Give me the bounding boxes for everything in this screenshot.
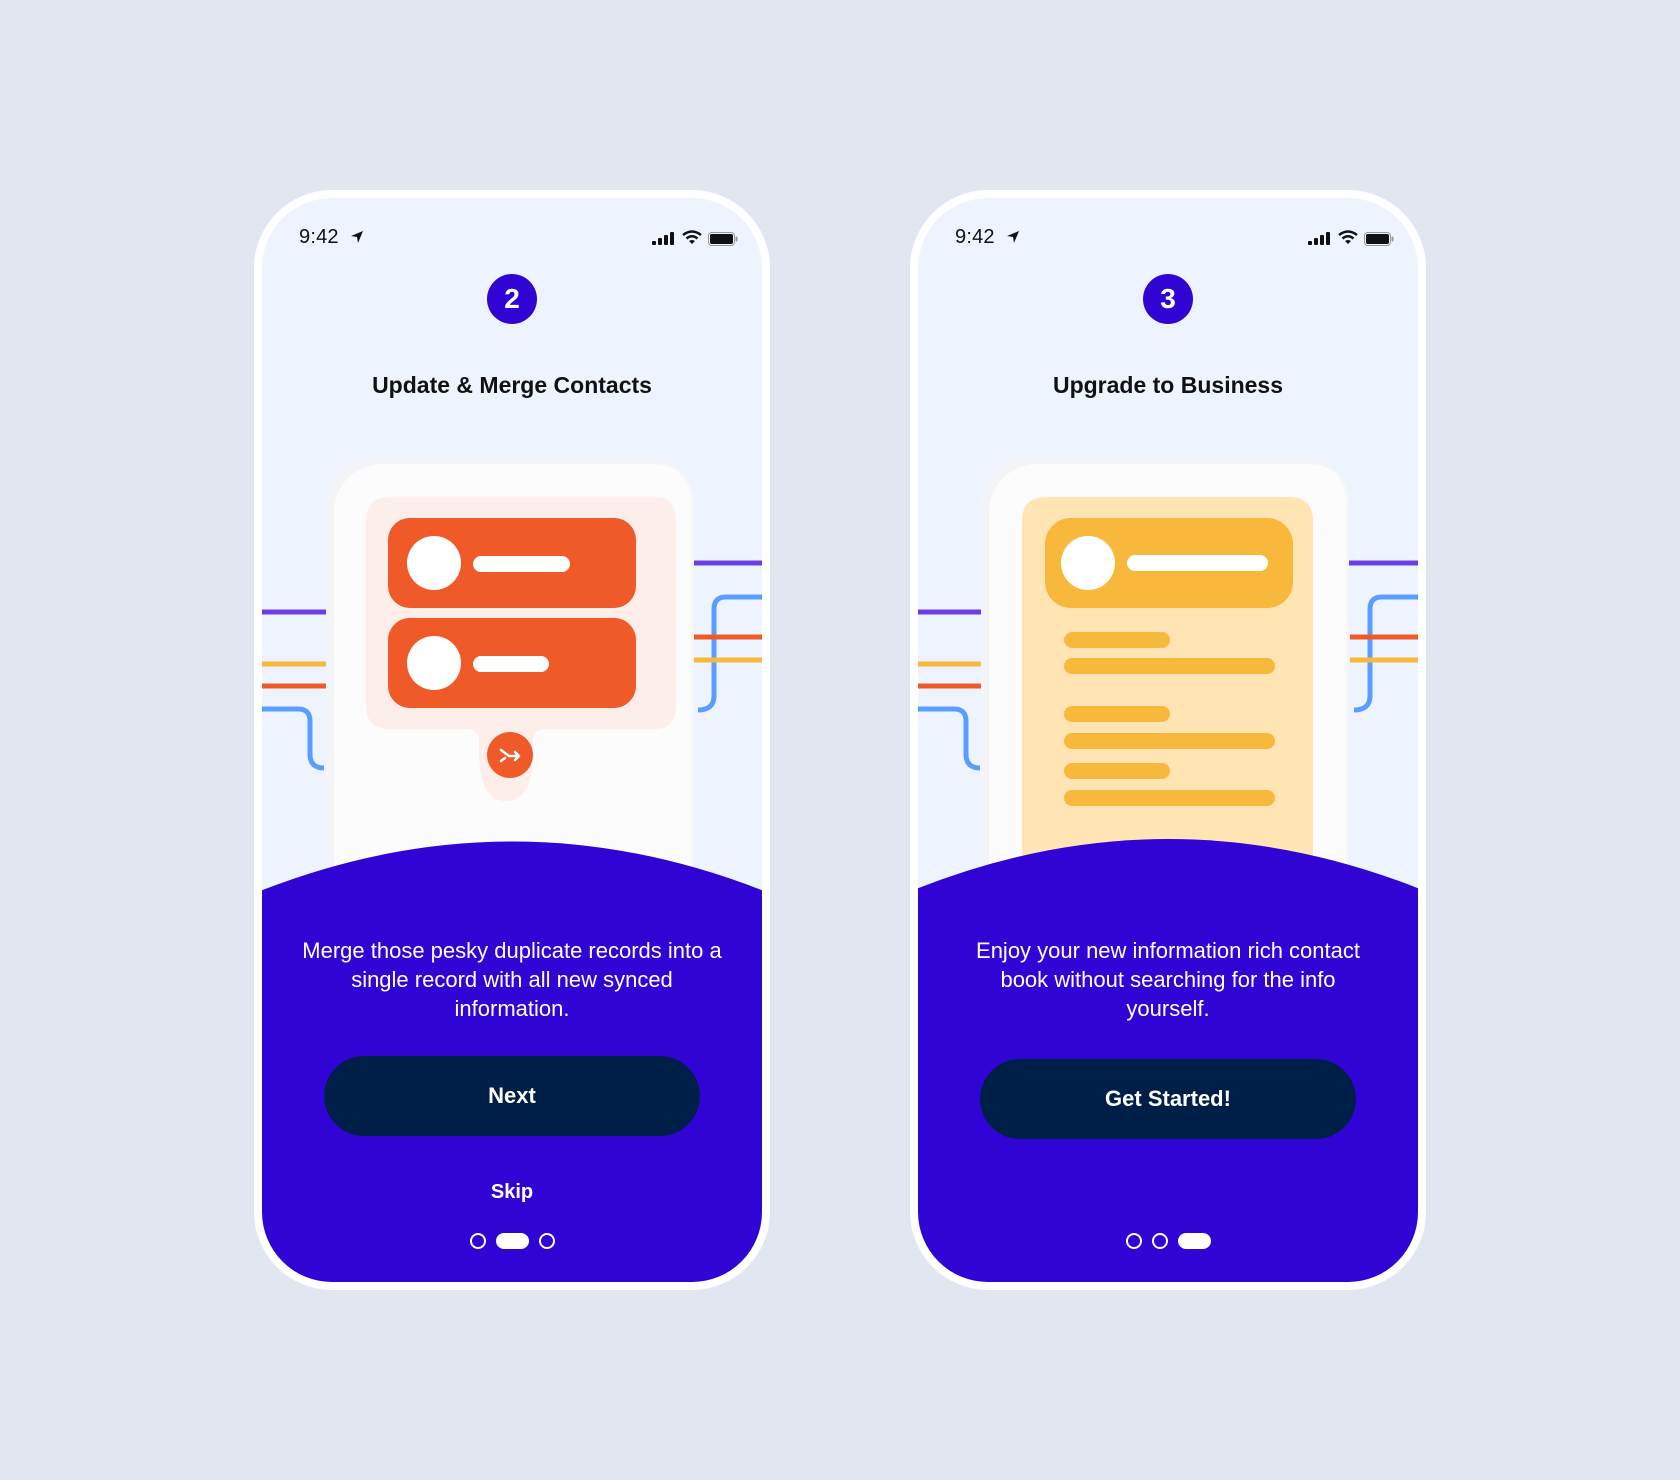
phone-screen-step-2: 9:42 2 Update & Merge Contacts Merge tho…: [254, 190, 770, 1290]
onboarding-description: Enjoy your new information rich contact …: [976, 938, 1360, 1021]
phone-screen-step-3: 9:42 3 Upgrade to Business Enjoy your ne…: [910, 190, 1426, 1290]
screen: 9:42 2 Update & Merge Contacts Merge tho…: [262, 198, 762, 1282]
line-blue-right: [1353, 594, 1418, 713]
page-dot-3-active[interactable]: [1177, 1233, 1211, 1249]
detail-label-1: [1064, 632, 1170, 648]
page-dot-2-active[interactable]: [495, 1233, 529, 1249]
next-button[interactable]: Next: [324, 1056, 700, 1136]
avatar-1: [407, 536, 461, 590]
avatar: [1061, 536, 1115, 590]
detail-value-1: [1064, 658, 1275, 674]
name-bar-1: [473, 556, 570, 572]
name-bar: [1127, 555, 1268, 571]
line-blue-left: [262, 706, 325, 771]
get-started-button[interactable]: Get Started!: [980, 1059, 1356, 1139]
page-dot-2[interactable]: [1151, 1233, 1168, 1249]
page-dot-3[interactable]: [538, 1233, 555, 1249]
name-bar-2: [473, 656, 549, 672]
detail-label-2: [1064, 706, 1170, 722]
line-blue-right: [697, 594, 762, 713]
detail-label-3: [1064, 763, 1170, 779]
detail-value-3: [1064, 790, 1275, 806]
pagination-dots: [918, 1233, 1418, 1251]
page-dot-1[interactable]: [1125, 1233, 1142, 1249]
line-blue-left: [918, 706, 981, 771]
onboarding-description: Merge those pesky duplicate records into…: [302, 938, 722, 1021]
pagination-dots: [262, 1233, 762, 1251]
skip-link[interactable]: Skip: [262, 1181, 762, 1204]
screen: 9:42 3 Upgrade to Business Enjoy your ne…: [918, 198, 1418, 1282]
avatar-2: [407, 636, 461, 690]
detail-value-2: [1064, 733, 1275, 749]
page-dot-1[interactable]: [469, 1233, 486, 1249]
